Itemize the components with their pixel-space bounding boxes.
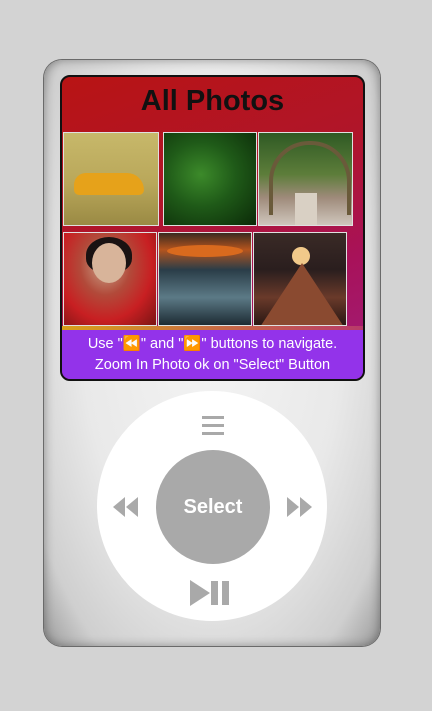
select-button[interactable]: Select [156,450,270,564]
photo-thumbnail-fern[interactable] [163,132,257,226]
click-wheel[interactable]: Select [97,391,327,621]
ipod-body: All Photos Use "⏪" and "⏩" buttons to na… [44,60,380,646]
photo-thumbnail-portrait[interactable] [63,232,157,326]
ipod-screen: All Photos Use "⏪" and "⏩" buttons to na… [60,75,365,381]
photo-thumbnail-car[interactable] [63,132,159,226]
play-pause-icon[interactable] [190,580,236,611]
face-shape [92,243,126,283]
screen-title: All Photos [140,85,285,117]
help-footer: Use "⏪" and "⏩" buttons to navigate. Zoo… [62,330,363,379]
mountain-shape [260,263,344,325]
rewind-icon[interactable] [113,497,139,522]
help-text-line1: Use "⏪" and "⏩" buttons to navigate. [87,336,338,352]
car-shape [74,173,144,195]
help-text-line2: Zoom In Photo ok on "Select" Button [94,357,331,373]
ceiling-light-shape [167,245,243,257]
photo-thumbnail-archway[interactable] [258,132,353,226]
fast-forward-icon[interactable] [286,497,312,522]
menu-icon[interactable] [201,415,225,442]
photo-thumbnail-corridor[interactable] [158,232,252,326]
path-shape [295,193,317,225]
photo-thumbnail-mountain[interactable] [253,232,347,326]
